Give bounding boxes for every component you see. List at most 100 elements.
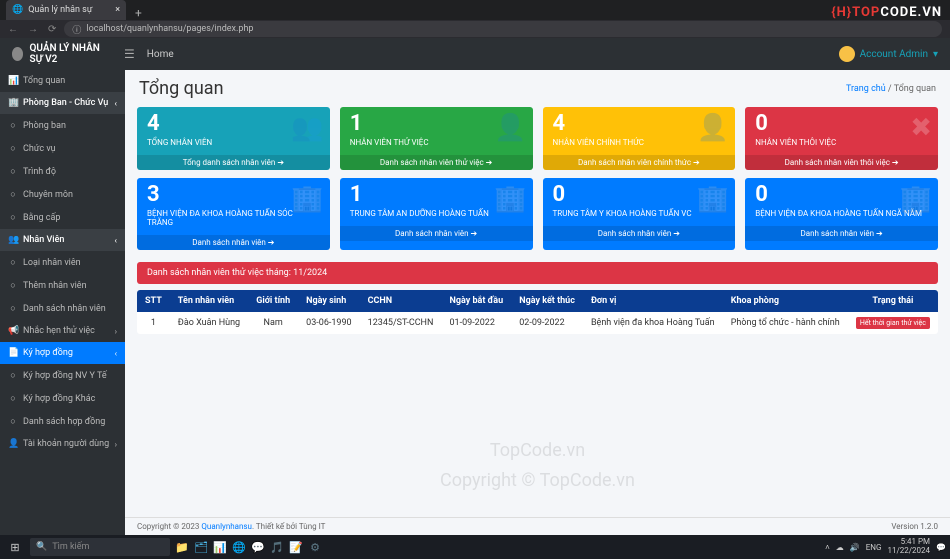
- card-link[interactable]: Danh sách nhân viên ➔: [137, 235, 330, 250]
- info-icon: ⓘ: [72, 23, 81, 36]
- sidebar-item[interactable]: ○Chuyên môn: [0, 183, 125, 206]
- url-text: localhost/quanlynhansu/pages/index.php: [86, 24, 253, 34]
- nav-icon: ○: [8, 416, 18, 427]
- column-header: CCHN: [360, 290, 442, 312]
- column-header: STT: [137, 290, 170, 312]
- stat-label: NHÂN VIÊN THÔI VIỆC: [755, 138, 928, 147]
- back-icon[interactable]: ←: [8, 24, 18, 35]
- stat-card: 👥4TỔNG NHÂN VIÊNTổng danh sách nhân viên…: [137, 107, 330, 170]
- footer-link[interactable]: Quanlynhansu: [201, 522, 252, 531]
- alert-banner: Danh sách nhân viên thử việc tháng: 11/2…: [137, 262, 938, 284]
- sidebar-item[interactable]: ○Bằng cấp: [0, 206, 125, 229]
- menu-toggle-icon[interactable]: ☰: [124, 47, 135, 61]
- watermark-logo: {H}TOPCODE.VN: [831, 5, 942, 20]
- stat-card: 🏢0TRUNG TÂM Y KHOA HOÀNG TUẤN VCDanh sác…: [543, 178, 736, 250]
- column-header: Ngày kết thúc: [511, 290, 583, 312]
- card-link[interactable]: Danh sách nhân viên thôi việc ➔: [745, 155, 938, 170]
- card-link[interactable]: Danh sách nhân viên chính thức ➔: [543, 155, 736, 170]
- main-content: Tổng quan Trang chủ / Tổng quan 👥4TỔNG N…: [125, 70, 950, 535]
- search-icon: 🔍: [36, 542, 47, 552]
- tab-title: Quản lý nhân sự: [28, 5, 92, 15]
- tray-icon[interactable]: ☁: [836, 543, 844, 552]
- sidebar-item[interactable]: 📄Ký hợp đồng‹: [0, 342, 125, 364]
- sidebar-item[interactable]: 👤Tài khoản người dùng›: [0, 433, 125, 455]
- account-menu[interactable]: Account Admin ▾: [839, 46, 938, 62]
- card-link[interactable]: Danh sách nhân viên ➔: [745, 226, 938, 241]
- nav-icon: 🏢: [8, 98, 18, 108]
- task-icon[interactable]: 📝: [288, 539, 304, 555]
- nav-icon: ○: [8, 393, 18, 404]
- sidebar-item[interactable]: ○Danh sách nhân viên: [0, 297, 125, 320]
- new-tab-button[interactable]: +: [130, 6, 147, 20]
- card-link[interactable]: Danh sách nhân viên thử việc ➔: [340, 155, 533, 170]
- sidebar-item[interactable]: 📊Tổng quan: [0, 70, 125, 92]
- tray-lang[interactable]: ENG: [866, 543, 882, 552]
- card-icon: ✖: [910, 113, 932, 143]
- task-icon[interactable]: ⚙: [307, 539, 323, 555]
- nav-icon: ○: [8, 166, 18, 177]
- table-row[interactable]: 1Đào Xuân HùngNam03-06-199012345/ST-CCHN…: [137, 312, 938, 334]
- nav-home[interactable]: Home: [147, 49, 174, 60]
- column-header: Ngày sinh: [298, 290, 360, 312]
- nav-icon: ○: [8, 143, 18, 154]
- stat-card: ✖0NHÂN VIÊN THÔI VIỆCDanh sách nhân viên…: [745, 107, 938, 170]
- address-bar[interactable]: ⓘ localhost/quanlynhansu/pages/index.php: [64, 21, 942, 37]
- card-link[interactable]: Danh sách nhân viên ➔: [543, 226, 736, 241]
- column-header: Ngày bắt đầu: [441, 290, 511, 312]
- task-icon[interactable]: 🎵: [269, 539, 285, 555]
- sidebar-item[interactable]: ○Phòng ban: [0, 114, 125, 137]
- employee-table: STTTên nhân viênGiới tínhNgày sinhCCHNNg…: [137, 290, 938, 334]
- nav-icon: 👥: [8, 235, 18, 245]
- sidebar-item[interactable]: ○Ký hợp đồng NV Y Tế: [0, 364, 125, 387]
- nav-icon: ○: [8, 189, 18, 200]
- tray-clock[interactable]: 5:41 PM 11/22/2024: [887, 538, 930, 556]
- stat-card: 🏢1TRUNG TÂM AN DƯỠNG HOÀNG TUẤNDanh sách…: [340, 178, 533, 250]
- sidebar-item[interactable]: ○Chức vụ: [0, 137, 125, 160]
- task-icon[interactable]: 📁: [174, 539, 190, 555]
- reload-icon[interactable]: ⟳: [48, 24, 56, 35]
- taskbar-search[interactable]: 🔍 Tìm kiếm: [30, 538, 170, 556]
- tray-icon[interactable]: ˄: [825, 543, 830, 552]
- column-header: Tên nhân viên: [170, 290, 248, 312]
- sidebar-item[interactable]: 👥Nhân Viên‹: [0, 229, 125, 251]
- card-link[interactable]: Danh sách nhân viên ➔: [340, 226, 533, 241]
- column-header: Khoa phòng: [723, 290, 848, 312]
- sidebar-item[interactable]: 📢Nhắc hẹn thử việc›: [0, 320, 125, 342]
- breadcrumb: Trang chủ / Tổng quan: [846, 84, 936, 94]
- card-icon: 🏢: [494, 184, 526, 214]
- start-button[interactable]: ⊞: [4, 541, 26, 554]
- tray-icon[interactable]: 🔊: [850, 543, 860, 552]
- chevron-icon: ›: [115, 440, 117, 449]
- brand[interactable]: QUẢN LÝ NHÂN SỰ V2: [12, 43, 112, 65]
- browser-tab[interactable]: 🌐 Quản lý nhân sự ×: [6, 0, 126, 20]
- forward-icon[interactable]: →: [28, 24, 38, 35]
- task-icon[interactable]: 🗂: [193, 539, 209, 555]
- sidebar-item[interactable]: ○Trình độ: [0, 160, 125, 183]
- watermark: TopCode.vn: [490, 440, 585, 461]
- app-topbar: QUẢN LÝ NHÂN SỰ V2 ☰ Home Account Admin …: [0, 38, 950, 70]
- sidebar-item[interactable]: ○Danh sách hợp đồng: [0, 410, 125, 433]
- watermark: Copyright © TopCode.vn: [440, 470, 635, 491]
- task-icon[interactable]: 💬: [250, 539, 266, 555]
- sidebar-item[interactable]: ○Thêm nhân viên: [0, 274, 125, 297]
- nav-icon: 📄: [8, 348, 18, 358]
- chevron-icon: ›: [115, 327, 117, 336]
- sidebar: 📊Tổng quan🏢Phòng Ban - Chức Vụ‹○Phòng ba…: [0, 70, 125, 535]
- task-icon[interactable]: 🌐: [231, 539, 247, 555]
- stat-card: 🏢3BỆNH VIỆN ĐA KHOA HOÀNG TUẤN SÓC TRĂNG…: [137, 178, 330, 250]
- chevron-down-icon: ▾: [933, 49, 938, 60]
- sidebar-item[interactable]: ○Loại nhân viên: [0, 251, 125, 274]
- nav-icon: ○: [8, 257, 18, 268]
- browser-chrome: 🌐 Quản lý nhân sự × + {H}TOPCODE.VN ← → …: [0, 0, 950, 38]
- card-icon: 🏢: [900, 184, 932, 214]
- page-title: Tổng quan: [139, 78, 224, 99]
- task-icon[interactable]: 📊: [212, 539, 228, 555]
- tray-icon[interactable]: 💬: [936, 543, 946, 552]
- card-icon: 👤: [494, 113, 526, 143]
- close-icon[interactable]: ×: [115, 5, 120, 15]
- breadcrumb-home[interactable]: Trang chủ: [846, 84, 886, 94]
- column-header: Trạng thái: [848, 290, 938, 312]
- card-link[interactable]: Tổng danh sách nhân viên ➔: [137, 155, 330, 170]
- sidebar-item[interactable]: ○Ký hợp đồng Khác: [0, 387, 125, 410]
- sidebar-item[interactable]: 🏢Phòng Ban - Chức Vụ‹: [0, 92, 125, 114]
